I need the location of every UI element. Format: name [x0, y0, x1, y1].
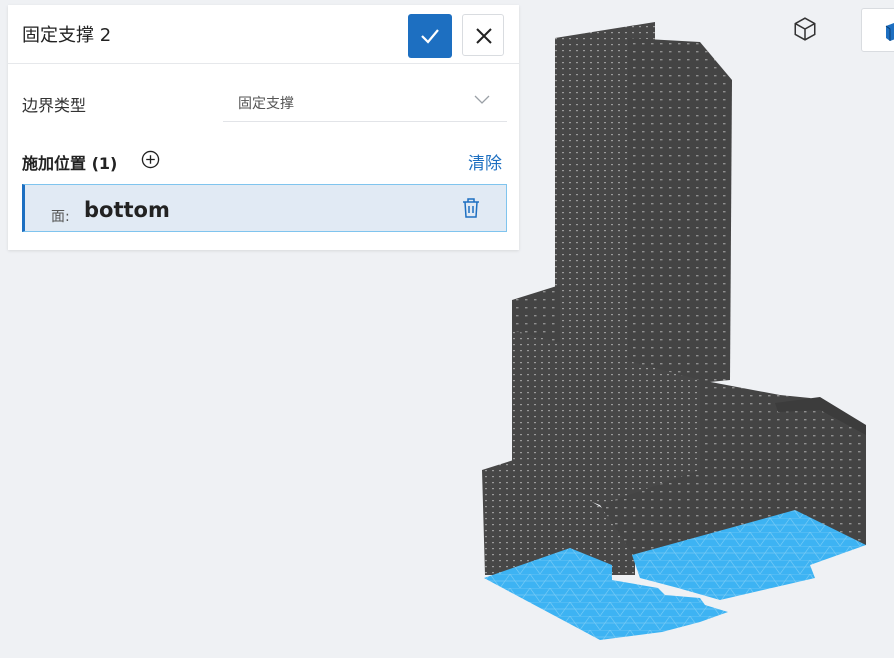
panel-header: 固定支撑 2 [8, 5, 519, 64]
close-icon [476, 28, 492, 44]
panel-title: 固定支撑 2 [22, 25, 112, 46]
list-item[interactable]: 面: bottom [22, 184, 507, 232]
boundary-condition-panel: 固定支撑 2 边界类型 固定支撑 施加位置 (1) 清除 面: bottom [8, 5, 519, 250]
clear-link[interactable]: 清除 [468, 149, 502, 174]
boundary-type-value: 固定支撑 [238, 96, 294, 112]
face-name: bottom [84, 198, 170, 222]
face-prefix: 面: [51, 209, 70, 225]
close-button[interactable] [462, 14, 504, 56]
cube-icon[interactable] [792, 16, 818, 46]
trash-icon[interactable] [461, 197, 481, 223]
check-icon [421, 29, 439, 44]
boundary-type-select[interactable]: 固定支撑 [223, 81, 507, 122]
view-cube-button[interactable] [861, 8, 894, 52]
plus-circle-icon[interactable] [141, 150, 160, 173]
chevron-down-icon [474, 95, 490, 104]
boundary-type-label: 边界类型 [22, 96, 87, 115]
confirm-button[interactable] [408, 14, 452, 58]
view-cube-icon [885, 23, 894, 41]
location-section-title: 施加位置 (1) [22, 154, 118, 173]
mesh-tower-right [628, 38, 732, 390]
